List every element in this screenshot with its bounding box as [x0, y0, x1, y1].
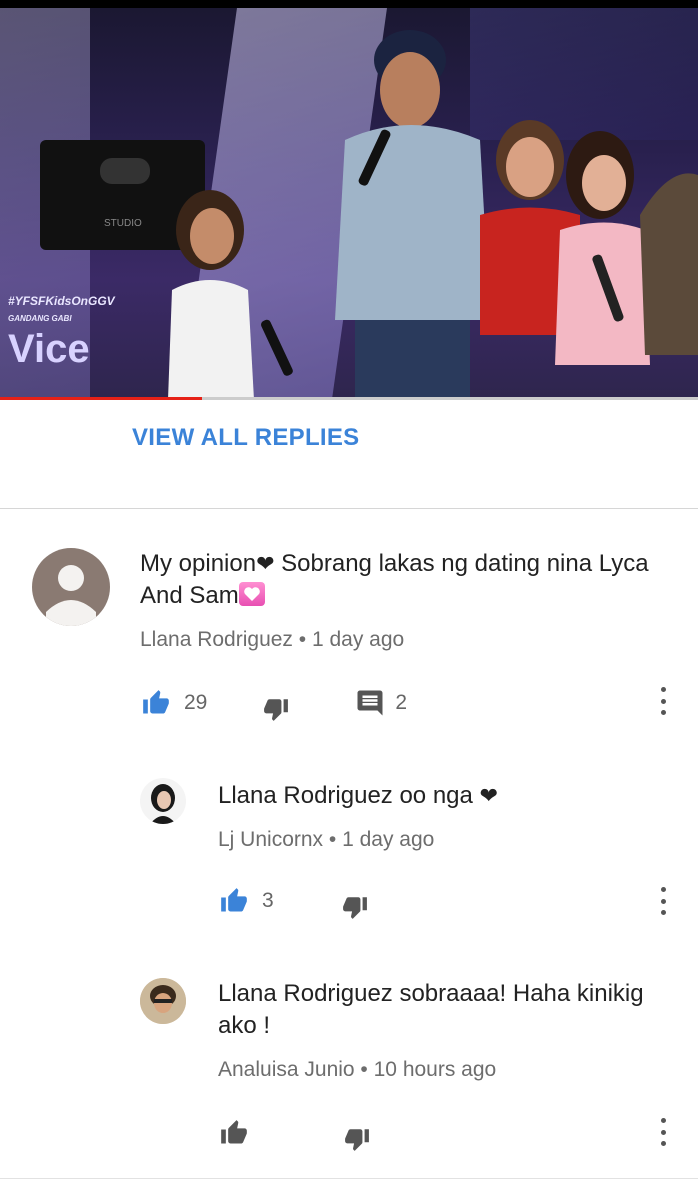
video-player[interactable]: STUDIO #YFSFKidsOnGGV GANDANG GABI Vice [0, 0, 698, 400]
speaker-label: STUDIO [104, 218, 142, 229]
thumbs-down-icon [345, 1129, 369, 1151]
reply-author[interactable]: Lj Unicornx [218, 828, 323, 851]
dislike-button[interactable] [261, 696, 291, 722]
comment-text: My opinion❤ Sobrang lakas ng dating nina… [140, 548, 680, 612]
reply-button[interactable]: 2 [355, 688, 407, 718]
reply-text: Llana Rodriguez sobraaaa! Haha kinikig a… [218, 980, 644, 1039]
bottom-divider [0, 1178, 698, 1179]
reply-time: 1 day ago [342, 828, 435, 851]
like-button[interactable]: 29 [140, 689, 207, 717]
video-progress-bar[interactable] [0, 397, 698, 400]
thumbs-up-icon [221, 888, 247, 912]
top-bar [0, 0, 698, 8]
user-photo-icon [140, 978, 186, 1024]
comment-author[interactable]: Llana Rodriguez [140, 628, 293, 651]
reply-time: 10 hours ago [373, 1058, 497, 1081]
thumbs-down-icon [342, 897, 367, 919]
reply-text-part: Llana Rodriguez oo nga [218, 782, 480, 809]
like-count: 3 [262, 889, 274, 912]
more-options-icon[interactable] [659, 1118, 667, 1146]
reply-meta: Lj Unicornx • 1 day ago [218, 828, 434, 852]
default-user-icon [46, 565, 96, 626]
reply-text: Llana Rodriguez oo nga ❤ [218, 780, 668, 812]
comment-icon [357, 690, 383, 716]
thumbs-up-icon [143, 690, 169, 714]
meta-separator: • [323, 828, 343, 851]
heart-icon: ❤ [479, 783, 498, 808]
comment-time: 1 day ago [311, 628, 405, 651]
sparkling-heart-icon [238, 582, 265, 606]
like-button[interactable]: 3 [218, 887, 274, 915]
section-divider [0, 508, 698, 509]
like-count: 29 [184, 691, 208, 714]
video-progress-fill [0, 397, 203, 400]
avatar[interactable] [32, 548, 110, 626]
comment-meta: Llana Rodriguez • 1 day ago [140, 628, 404, 652]
heart-icon: ❤ [256, 551, 275, 576]
reply-actions: 3 [218, 882, 370, 920]
thumbs-down-icon [264, 699, 289, 721]
meta-separator: • [292, 628, 312, 651]
reply-count: 2 [395, 691, 408, 714]
show-logo-text: Vice [8, 327, 90, 371]
avatar[interactable] [140, 978, 186, 1024]
comment-actions: 29 2 [140, 684, 407, 722]
dislike-button[interactable] [342, 1126, 372, 1152]
reply-actions [218, 1114, 372, 1152]
view-all-replies-button[interactable]: VIEW ALL REPLIES [132, 424, 360, 452]
girl-left-figure [168, 190, 293, 400]
reply-meta: Analuisa Junio • 10 hours ago [218, 1058, 496, 1082]
more-options-icon[interactable] [659, 887, 667, 915]
girls-right-figures [480, 120, 698, 365]
user-photo-icon [150, 784, 176, 824]
show-logo-caption: GANDANG GABI [8, 314, 72, 323]
reply-author[interactable]: Analuisa Junio [218, 1058, 355, 1081]
more-options-icon[interactable] [659, 687, 667, 715]
meta-separator: • [354, 1058, 374, 1081]
dislike-button[interactable] [340, 894, 370, 920]
like-button[interactable] [218, 1119, 250, 1147]
comment-text-part: My opinion [140, 550, 257, 577]
show-logo: #YFSFKidsOnGGV GANDANG GABI Vice [8, 294, 148, 371]
avatar[interactable] [140, 778, 186, 824]
thumbs-up-icon [221, 1120, 247, 1144]
hashtag-text: #YFSFKidsOnGGV [8, 294, 115, 308]
